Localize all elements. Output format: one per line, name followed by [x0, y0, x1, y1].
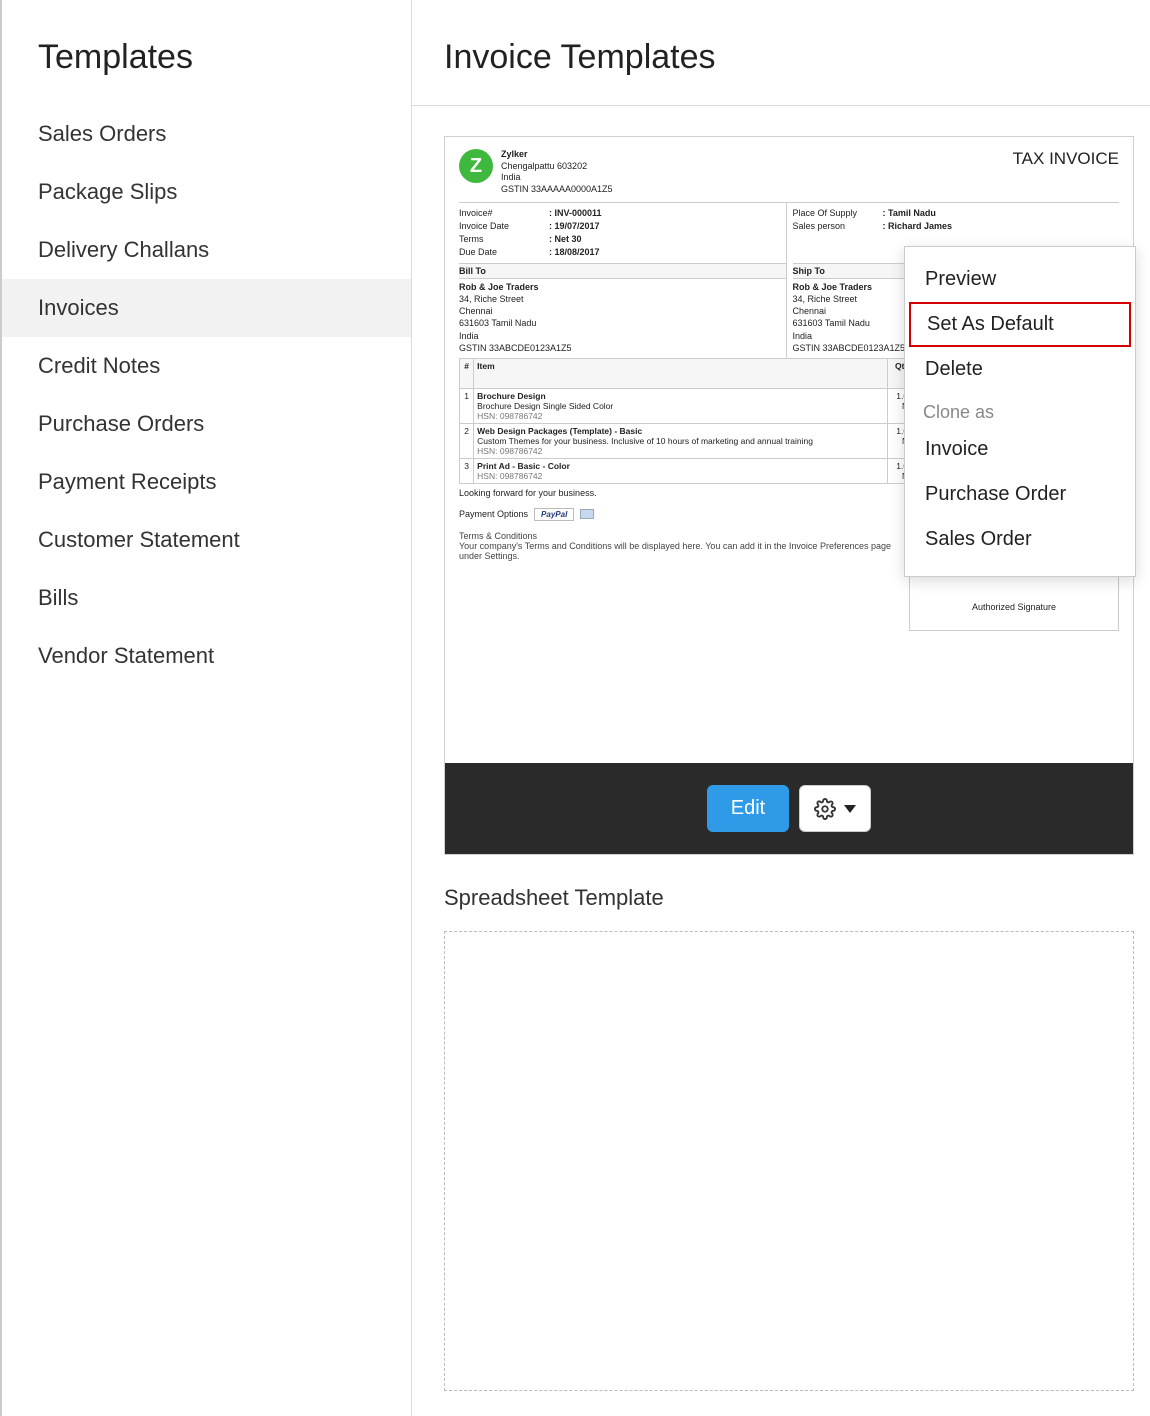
bill-l3: 631603 Tamil Nadu — [459, 317, 786, 329]
bill-l4: India — [459, 330, 786, 342]
menu-preview[interactable]: Preview — [905, 257, 1135, 302]
sidebar-item-package-slips[interactable]: Package Slips — [2, 163, 411, 221]
edit-button[interactable]: Edit — [707, 785, 789, 832]
due-date-value: 18/08/2017 — [549, 246, 600, 259]
sidebar-item-sales-orders[interactable]: Sales Orders — [2, 105, 411, 163]
menu-clone-sales-order[interactable]: Sales Order — [905, 517, 1135, 562]
th-item: Item — [474, 358, 888, 388]
card-icon — [580, 509, 594, 519]
sidebar-item-credit-notes[interactable]: Credit Notes — [2, 337, 411, 395]
sidebar-item-bills[interactable]: Bills — [2, 569, 411, 627]
chevron-down-icon — [844, 805, 856, 813]
company-name: Zylker — [501, 149, 613, 161]
bill-name: Rob & Joe Traders — [459, 281, 786, 293]
terms-label: Terms — [459, 233, 549, 246]
gear-icon — [814, 798, 836, 820]
settings-dropdown-menu: Preview Set As Default Delete Clone as I… — [904, 246, 1136, 577]
bill-gstin: GSTIN 33ABCDE0123A1Z5 — [459, 342, 786, 354]
menu-clone-purchase-order[interactable]: Purchase Order — [905, 472, 1135, 517]
salesperson-value: Richard James — [883, 220, 953, 233]
paypal-badge: PayPal — [534, 508, 574, 521]
place-label: Place Of Supply — [793, 207, 883, 220]
sidebar-item-delivery-challans[interactable]: Delivery Challans — [2, 221, 411, 279]
due-date-label: Due Date — [459, 246, 549, 259]
company-logo: Z — [459, 149, 493, 183]
company-city: Chengalpattu 603202 — [501, 161, 613, 173]
sidebar-item-payment-receipts[interactable]: Payment Receipts — [2, 453, 411, 511]
payment-options-label: Payment Options — [459, 509, 528, 519]
place-value: Tamil Nadu — [883, 207, 936, 220]
main: Invoice Templates Z Zylker Chengalpattu … — [412, 0, 1150, 1416]
invoice-date-label: Invoice Date — [459, 220, 549, 233]
sidebar-item-customer-statement[interactable]: Customer Statement — [2, 511, 411, 569]
bill-l1: 34, Riche Street — [459, 293, 786, 305]
invoice-no-value: INV-000011 — [549, 207, 602, 220]
bill-to-header: Bill To — [459, 263, 786, 279]
sidebar-item-purchase-orders[interactable]: Purchase Orders — [2, 395, 411, 453]
sidebar: Templates Sales Orders Package Slips Del… — [0, 0, 412, 1416]
terms-value: Net 30 — [549, 233, 582, 246]
looking-forward: Looking forward for your business. — [459, 488, 903, 498]
invoice-date-value: 19/07/2017 — [549, 220, 600, 233]
settings-dropdown-button[interactable] — [799, 785, 871, 832]
spreadsheet-template-placeholder[interactable] — [444, 931, 1134, 1391]
sidebar-item-vendor-statement[interactable]: Vendor Statement — [2, 627, 411, 685]
tnc-heading: Terms & Conditions — [459, 531, 903, 541]
company-gstin: GSTIN 33AAAAA0000A1Z5 — [501, 184, 613, 196]
doc-title: TAX INVOICE — [1013, 149, 1119, 169]
card-footer: Edit — [445, 763, 1133, 854]
th-num: # — [460, 358, 474, 388]
page-title: Invoice Templates — [412, 30, 1150, 105]
menu-clone-invoice[interactable]: Invoice — [905, 427, 1135, 472]
sidebar-title: Templates — [2, 30, 411, 105]
company-country: India — [501, 172, 613, 184]
bill-l2: Chennai — [459, 305, 786, 317]
invoice-no-label: Invoice# — [459, 207, 549, 220]
sig-auth: Authorized Signature — [916, 602, 1112, 612]
sidebar-item-invoices[interactable]: Invoices — [2, 279, 411, 337]
tnc-body: Your company's Terms and Conditions will… — [459, 541, 903, 561]
menu-clone-as-label: Clone as — [905, 392, 1135, 427]
menu-delete[interactable]: Delete — [905, 347, 1135, 392]
menu-set-as-default[interactable]: Set As Default — [909, 302, 1131, 347]
spreadsheet-template-label: Spreadsheet Template — [412, 855, 1150, 931]
salesperson-label: Sales person — [793, 220, 883, 233]
